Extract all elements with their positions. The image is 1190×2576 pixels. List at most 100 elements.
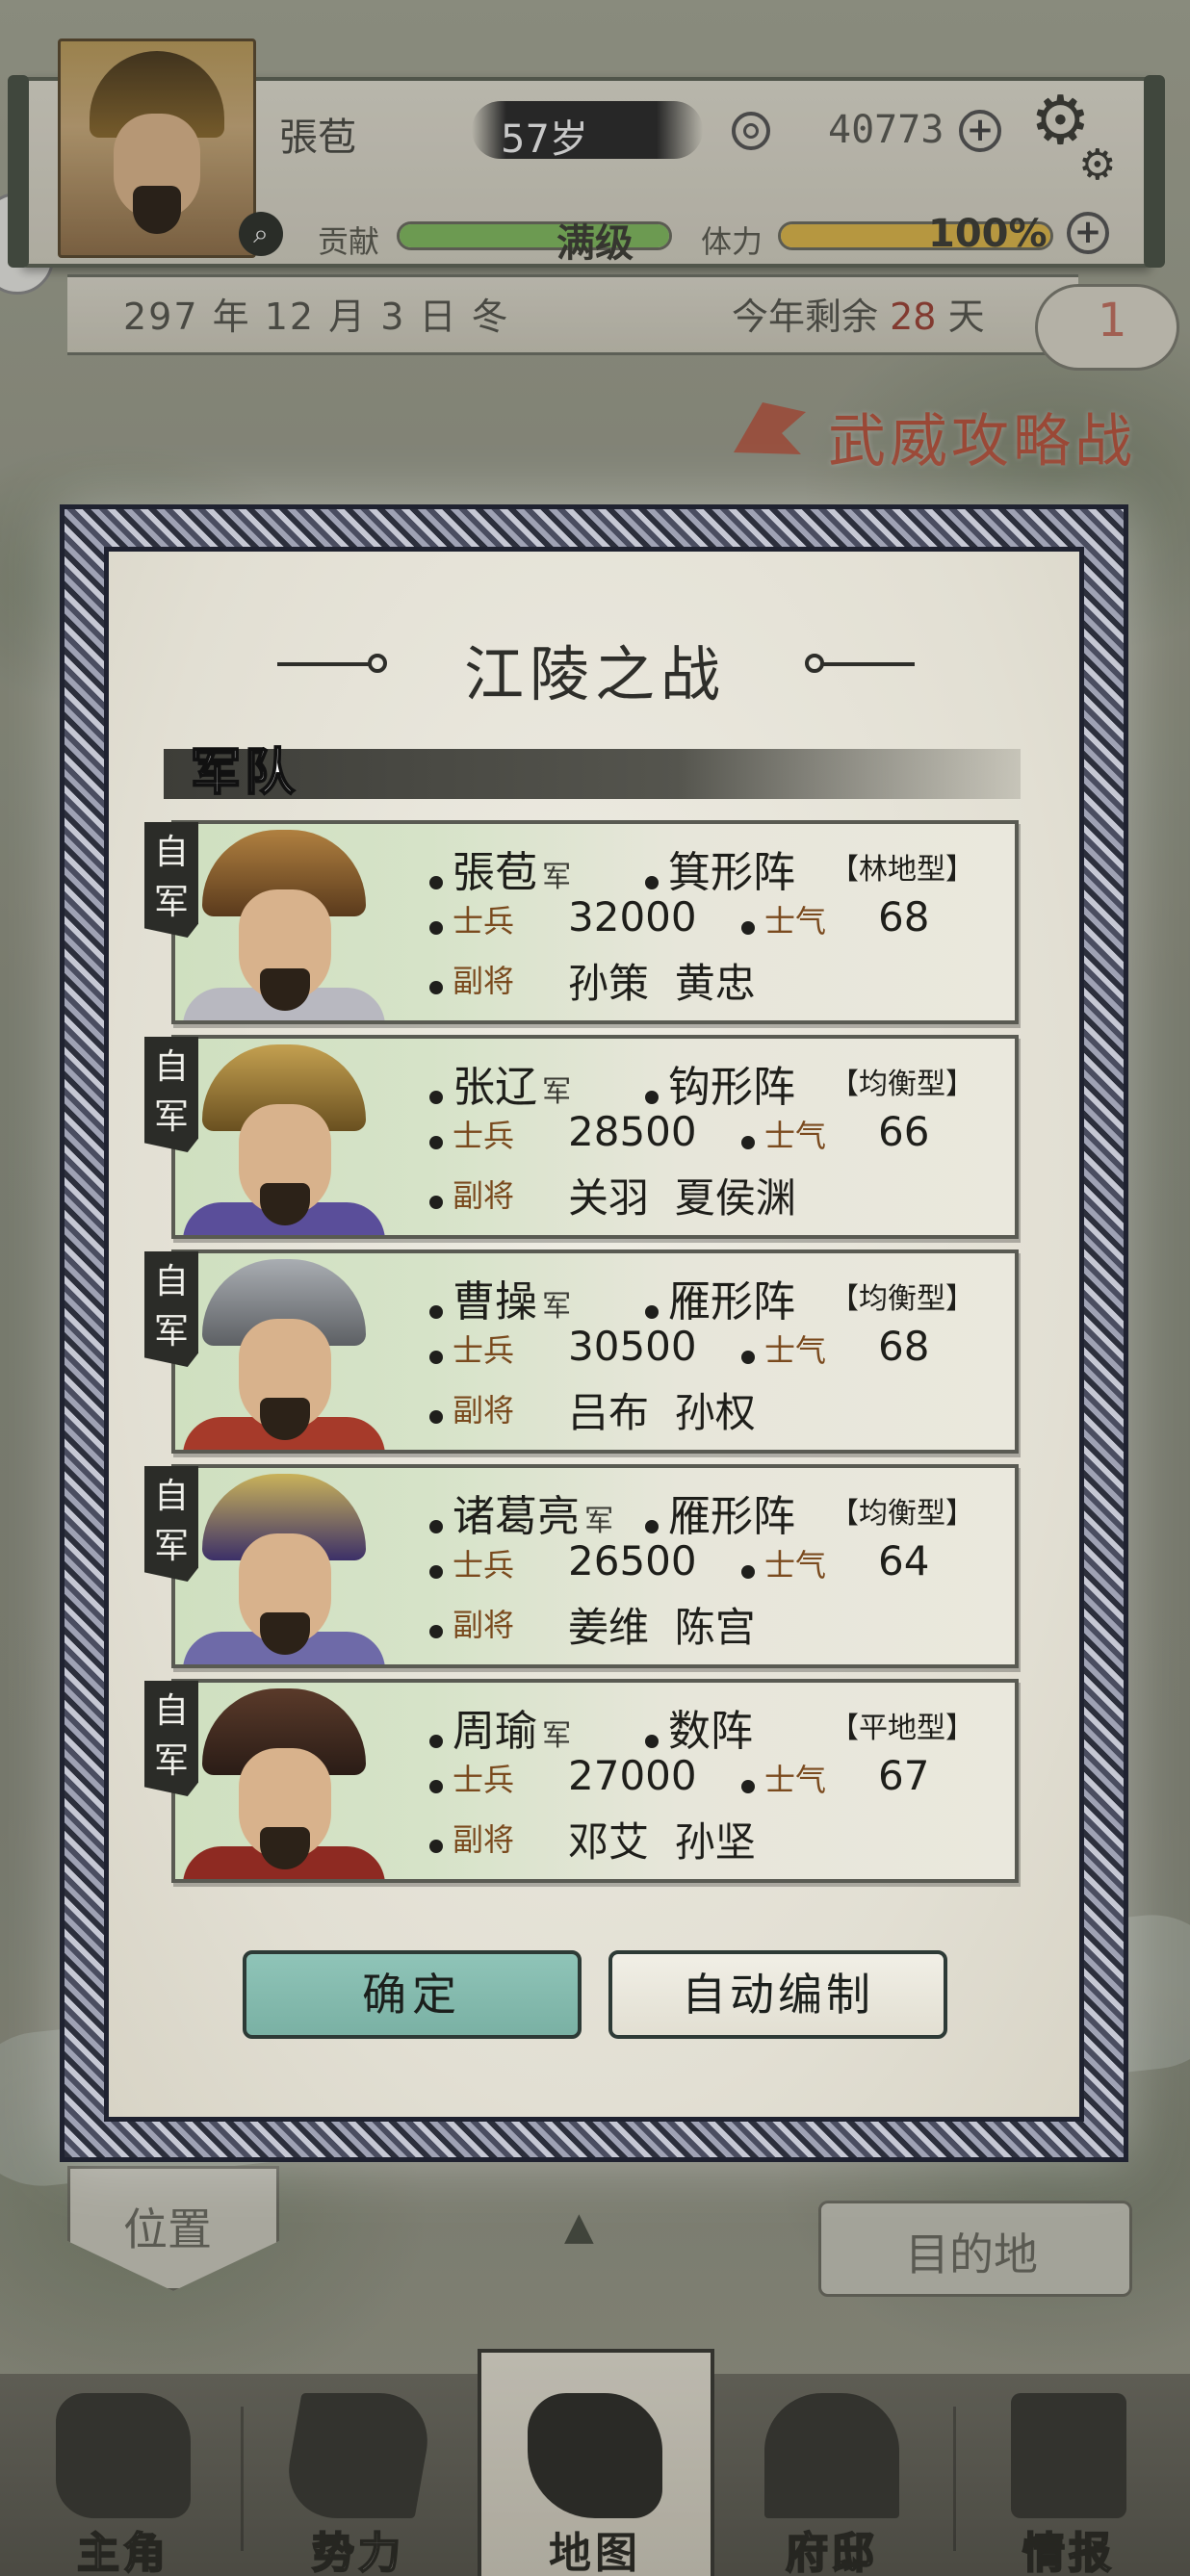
army-suffix: 军: [542, 1075, 572, 1109]
formation-name: 雁形阵: [668, 1492, 795, 1541]
auto-arrange-button[interactable]: 自动编制: [608, 1950, 947, 2039]
morale-label-row: 士气: [741, 1112, 826, 1156]
formation-row: 箕形阵: [645, 837, 795, 899]
terrain-row: 【均衡型】: [830, 1275, 974, 1317]
bullet-icon: [741, 1564, 755, 1579]
confirm-button[interactable]: 确定: [243, 1950, 582, 2039]
deputy-generals: 孙策 黄忠: [568, 960, 756, 1007]
bullet-icon: [645, 1734, 659, 1748]
soldier-count-row: 28500: [568, 1108, 697, 1155]
army-name-row: 诸葛亮 军: [429, 1481, 613, 1543]
soldier-count-row: 32000: [568, 893, 697, 940]
soldier-label: 士兵: [453, 1762, 515, 1798]
soldier-count-row: 26500: [568, 1537, 697, 1584]
deputy-label: 副将: [453, 1177, 515, 1214]
terrain-row: 【均衡型】: [830, 1489, 974, 1532]
formation-row: 钩形阵: [645, 1052, 795, 1114]
soldier-label-row: 士兵: [429, 1327, 514, 1371]
soldier-label: 士兵: [453, 1332, 515, 1369]
bullet-icon: [429, 1304, 443, 1319]
terrain-type: 【林地型】: [830, 853, 974, 887]
bullet-icon: [741, 920, 755, 935]
bullet-icon: [645, 1304, 659, 1319]
deputy-row: 邓艾 孙坚: [568, 1810, 756, 1868]
deputy-generals: 邓艾 孙坚: [568, 1818, 756, 1866]
bullet-icon: [429, 1350, 443, 1364]
terrain-row: 【均衡型】: [830, 1060, 974, 1102]
bullet-icon: [429, 1779, 443, 1793]
bullet-icon: [645, 1519, 659, 1533]
bullet-icon: [429, 1564, 443, 1579]
army-suffix: 军: [542, 1719, 572, 1753]
deputy-generals: 关羽 夏侯渊: [568, 1174, 796, 1222]
general-name: 诸葛亮: [453, 1492, 580, 1541]
general-portrait: [183, 1253, 385, 1450]
deputy-label: 副将: [453, 1821, 515, 1858]
terrain-type: 【均衡型】: [830, 1497, 974, 1531]
morale-label: 士气: [764, 1118, 827, 1154]
soldier-label-row: 士兵: [429, 1112, 514, 1156]
bullet-icon: [429, 1195, 443, 1209]
terrain-row: 【平地型】: [830, 1704, 974, 1746]
deputy-generals: 姜维 陈宫: [568, 1604, 756, 1651]
soldier-count: 30500: [568, 1323, 697, 1370]
morale-value-row: 64: [878, 1537, 929, 1584]
bullet-icon: [429, 1519, 443, 1533]
formation-row: 数阵: [645, 1696, 753, 1758]
soldier-label-row: 士兵: [429, 1541, 514, 1585]
general-name: 张辽: [453, 1063, 537, 1112]
deputy-label: 副将: [453, 963, 515, 999]
bullet-icon: [645, 1090, 659, 1104]
morale-value: 68: [878, 893, 930, 940]
army-suffix: 军: [584, 1505, 614, 1538]
morale-label-row: 士气: [741, 1541, 826, 1585]
deputy-row: 关羽 夏侯渊: [568, 1166, 796, 1224]
morale-value: 66: [878, 1108, 930, 1155]
general-name: 張苞: [453, 848, 537, 897]
terrain-type: 【均衡型】: [830, 1282, 974, 1316]
morale-value-row: 67: [878, 1752, 929, 1799]
deputy-row: 吕布 孙权: [568, 1380, 756, 1439]
deputy-row: 姜维 陈宫: [568, 1595, 756, 1654]
general-portrait: [183, 824, 385, 1020]
bullet-icon: [429, 1135, 443, 1149]
bullet-icon: [429, 920, 443, 935]
terrain-type: 【平地型】: [830, 1712, 974, 1745]
terrain-type: 【均衡型】: [830, 1068, 974, 1101]
general-portrait: [183, 1468, 385, 1664]
deputy-label-row: 副将: [429, 1172, 514, 1216]
deputy-label: 副将: [453, 1392, 515, 1429]
soldier-count: 28500: [568, 1108, 697, 1155]
soldier-label: 士兵: [453, 903, 515, 940]
formation-row: 雁形阵: [645, 1481, 795, 1543]
soldier-count: 26500: [568, 1537, 697, 1584]
formation-name: 数阵: [668, 1707, 753, 1756]
bullet-icon: [741, 1135, 755, 1149]
army-name-row: 張苞 军: [429, 837, 571, 899]
morale-label-row: 士气: [741, 1756, 826, 1800]
bullet-icon: [429, 1090, 443, 1104]
morale-label: 士气: [764, 903, 827, 940]
section-label-army: 军队: [190, 743, 299, 803]
bullet-icon: [429, 1839, 443, 1853]
morale-value-row: 66: [878, 1108, 929, 1155]
army-suffix: 军: [542, 861, 572, 894]
formation-row: 雁形阵: [645, 1267, 795, 1328]
bullet-icon: [429, 875, 443, 889]
morale-label: 士气: [764, 1547, 827, 1584]
dialog-title: 江陵之战: [463, 639, 726, 709]
morale-label-row: 士气: [741, 1327, 826, 1371]
general-portrait: [183, 1039, 385, 1235]
morale-label: 士气: [764, 1332, 827, 1369]
army-suffix: 军: [542, 1290, 572, 1324]
deputy-label: 副将: [453, 1607, 515, 1643]
army-name-row: 张辽 军: [429, 1052, 571, 1114]
deputy-row: 孙策 黄忠: [568, 951, 756, 1010]
deputy-generals: 吕布 孙权: [568, 1389, 756, 1436]
bullet-icon: [741, 1779, 755, 1793]
soldier-count: 32000: [568, 893, 697, 940]
general-name: 曹操: [453, 1277, 537, 1327]
soldier-count: 27000: [568, 1752, 697, 1799]
soldier-label: 士兵: [453, 1118, 515, 1154]
morale-value: 68: [878, 1323, 930, 1370]
